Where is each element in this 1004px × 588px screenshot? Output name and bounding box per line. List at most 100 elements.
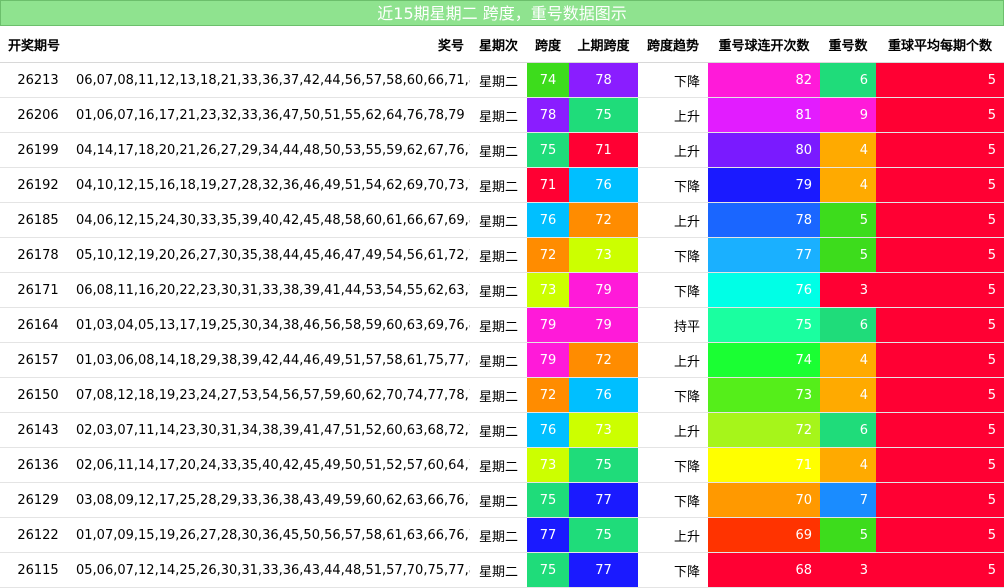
cell-span: 75 [527, 482, 569, 518]
table-row[interactable]: 26122 01,07,09,15,19,26,27,28,30,36,45,50… [0, 517, 1004, 553]
cell-issue: 26185 [0, 202, 76, 238]
header-numbers[interactable]: 奖号 [76, 26, 470, 63]
cell-avg: 5 [876, 202, 1004, 238]
table-row[interactable]: 26178 05,10,12,19,20,26,27,30,35,38,44,45… [0, 237, 1004, 273]
cell-prev-span: 73 [569, 412, 638, 448]
cell-dup: 4 [820, 132, 876, 168]
cell-weekday: 星期二 [470, 202, 527, 238]
data-table: 开奖期号 奖号 星期次 跨度 上期跨度 跨度趋势 重号球连开次数 重号数 重球平… [0, 26, 1004, 588]
cell-weekday: 星期二 [470, 342, 527, 378]
cell-span: 76 [527, 412, 569, 448]
cell-avg: 5 [876, 412, 1004, 448]
table-row[interactable]: 26199 04,14,17,18,20,21,26,27,29,34,44,48… [0, 132, 1004, 168]
cell-trend: 下降 [638, 552, 708, 588]
cell-repeat-count: 77 [708, 237, 820, 273]
cell-weekday: 星期二 [470, 482, 527, 518]
cell-numbers: 06,08,11,16,20,22,23,30,31,33,38,39,41,4… [76, 272, 470, 308]
table-row[interactable]: 26143 02,03,07,11,14,23,30,31,34,38,39,41… [0, 412, 1004, 448]
table-row[interactable]: 26185 04,06,12,15,24,30,33,35,39,40,42,45… [0, 202, 1004, 238]
cell-span: 72 [527, 237, 569, 273]
cell-numbers: 06,07,08,11,12,13,18,21,33,36,37,42,44,5… [76, 62, 470, 98]
cell-prev-span: 72 [569, 342, 638, 378]
cell-numbers: 01,03,04,05,13,17,19,25,30,34,38,46,56,5… [76, 307, 470, 343]
cell-weekday: 星期二 [470, 97, 527, 133]
cell-span: 79 [527, 307, 569, 343]
cell-trend: 持平 [638, 307, 708, 343]
cell-avg: 5 [876, 342, 1004, 378]
cell-issue: 26122 [0, 517, 76, 553]
cell-repeat-count: 76 [708, 272, 820, 308]
cell-trend: 下降 [638, 272, 708, 308]
cell-span: 79 [527, 342, 569, 378]
cell-numbers: 07,08,12,18,19,23,24,27,53,54,56,57,59,6… [76, 377, 470, 413]
cell-trend: 上升 [638, 97, 708, 133]
table-row[interactable]: 26213 06,07,08,11,12,13,18,21,33,36,37,42… [0, 62, 1004, 98]
header-issue[interactable]: 开奖期号 [0, 26, 76, 63]
header-repeat-count[interactable]: 重号球连开次数 [708, 26, 820, 63]
cell-avg: 5 [876, 167, 1004, 203]
cell-dup: 4 [820, 447, 876, 483]
cell-prev-span: 76 [569, 167, 638, 203]
cell-trend: 下降 [638, 447, 708, 483]
cell-span: 78 [527, 97, 569, 133]
cell-avg: 5 [876, 132, 1004, 168]
cell-prev-span: 75 [569, 447, 638, 483]
cell-repeat-count: 71 [708, 447, 820, 483]
cell-avg: 5 [876, 62, 1004, 98]
cell-span: 75 [527, 132, 569, 168]
cell-prev-span: 75 [569, 97, 638, 133]
cell-weekday: 星期二 [470, 377, 527, 413]
table-row[interactable]: 26150 07,08,12,18,19,23,24,27,53,54,56,57… [0, 377, 1004, 413]
table-row[interactable]: 26192 04,10,12,15,16,18,19,27,28,32,36,46… [0, 167, 1004, 203]
cell-numbers: 02,06,11,14,17,20,24,33,35,40,42,45,49,5… [76, 447, 470, 483]
cell-weekday: 星期二 [470, 237, 527, 273]
cell-weekday: 星期二 [470, 132, 527, 168]
header-dup[interactable]: 重号数 [820, 26, 876, 63]
cell-avg: 5 [876, 552, 1004, 588]
cell-dup: 4 [820, 377, 876, 413]
cell-dup: 6 [820, 307, 876, 343]
cell-dup: 3 [820, 272, 876, 308]
cell-prev-span: 76 [569, 377, 638, 413]
cell-weekday: 星期二 [470, 62, 527, 98]
cell-weekday: 星期二 [470, 272, 527, 308]
cell-prev-span: 77 [569, 482, 638, 518]
table-row[interactable]: 26164 01,03,04,05,13,17,19,25,30,34,38,46… [0, 307, 1004, 343]
cell-avg: 5 [876, 307, 1004, 343]
cell-dup: 7 [820, 482, 876, 518]
cell-avg: 5 [876, 377, 1004, 413]
cell-issue: 26129 [0, 482, 76, 518]
table-row[interactable]: 26115 05,06,07,12,14,25,26,30,31,33,36,43… [0, 552, 1004, 588]
cell-numbers: 03,08,09,12,17,25,28,29,33,36,38,43,49,5… [76, 482, 470, 518]
cell-weekday: 星期二 [470, 412, 527, 448]
table-row[interactable]: 26157 01,03,06,08,14,18,29,38,39,42,44,46… [0, 342, 1004, 378]
table-row[interactable]: 26206 01,06,07,16,17,21,23,32,33,36,47,50… [0, 97, 1004, 133]
table-row[interactable]: 26171 06,08,11,16,20,22,23,30,31,33,38,39… [0, 272, 1004, 308]
page-title: 近15期星期二 跨度，重号数据图示 [0, 0, 1004, 26]
table-row[interactable]: 26136 02,06,11,14,17,20,24,33,35,40,42,45… [0, 447, 1004, 483]
table-row[interactable]: 26129 03,08,09,12,17,25,28,29,33,36,38,43… [0, 482, 1004, 518]
header-prev-span[interactable]: 上期跨度 [569, 26, 638, 63]
cell-dup: 4 [820, 342, 876, 378]
cell-repeat-count: 74 [708, 342, 820, 378]
cell-span: 73 [527, 272, 569, 308]
header-avg[interactable]: 重球平均每期个数 [876, 26, 1004, 63]
header-weekday[interactable]: 星期次 [470, 26, 527, 63]
cell-avg: 5 [876, 237, 1004, 273]
header-row: 开奖期号 奖号 星期次 跨度 上期跨度 跨度趋势 重号球连开次数 重号数 重球平… [0, 26, 1004, 63]
cell-dup: 5 [820, 202, 876, 238]
cell-numbers: 04,06,12,15,24,30,33,35,39,40,42,45,48,5… [76, 202, 470, 238]
cell-trend: 上升 [638, 202, 708, 238]
cell-span: 73 [527, 447, 569, 483]
header-span[interactable]: 跨度 [527, 26, 569, 63]
cell-prev-span: 77 [569, 552, 638, 588]
cell-issue: 26164 [0, 307, 76, 343]
cell-avg: 5 [876, 97, 1004, 133]
table-body: 26213 06,07,08,11,12,13,18,21,33,36,37,42… [0, 62, 1004, 588]
cell-weekday: 星期二 [470, 552, 527, 588]
cell-numbers: 04,14,17,18,20,21,26,27,29,34,44,48,50,5… [76, 132, 470, 168]
cell-trend: 上升 [638, 342, 708, 378]
header-trend[interactable]: 跨度趋势 [638, 26, 708, 63]
cell-numbers: 02,03,07,11,14,23,30,31,34,38,39,41,47,5… [76, 412, 470, 448]
cell-repeat-count: 70 [708, 482, 820, 518]
